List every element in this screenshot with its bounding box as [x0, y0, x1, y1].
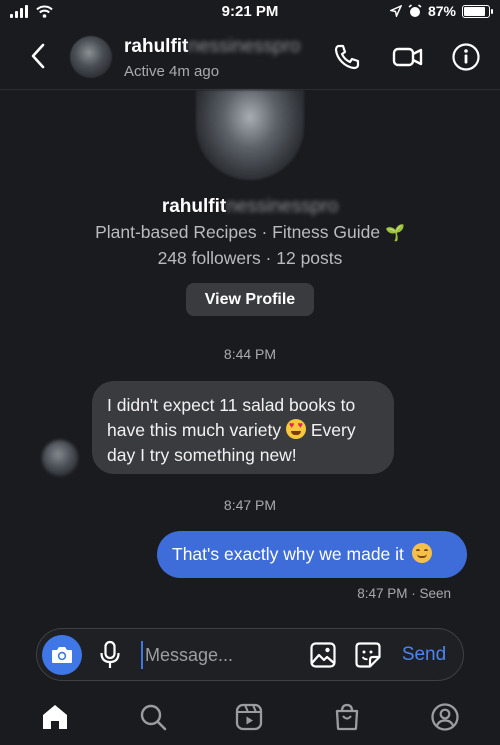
profile-username: rahulfitnessinesspro: [0, 196, 500, 218]
smiling-emoji: [411, 543, 432, 563]
status-bar: 9:21 PM 87%: [0, 0, 500, 24]
incoming-message[interactable]: I didn't expect 11 salad books to have t…: [92, 381, 394, 474]
phone-icon[interactable]: [332, 42, 362, 72]
location-arrow-icon: [389, 5, 402, 17]
profile-bio-text: Plant-based Recipes · Fitness Guide: [95, 222, 381, 242]
profile-stats: 248 followers · 12 posts: [157, 248, 343, 268]
home-icon[interactable]: [40, 702, 70, 732]
avatar[interactable]: [70, 36, 112, 78]
seen-receipt: 8:47 PM · Seen: [357, 586, 451, 601]
gallery-icon[interactable]: [309, 641, 337, 669]
shop-icon[interactable]: [332, 702, 362, 732]
active-status: Active 4m ago: [124, 63, 220, 80]
alarm-icon: [408, 4, 422, 17]
seedling-emoji: 🌱: [384, 225, 405, 242]
status-right: 87%: [389, 3, 493, 19]
info-icon[interactable]: [451, 42, 481, 72]
message-timestamp: 8:44 PM: [223, 346, 277, 362]
reels-icon[interactable]: [234, 702, 264, 732]
view-profile-button[interactable]: View Profile: [186, 283, 314, 316]
profile-icon[interactable]: [430, 702, 460, 732]
sender-avatar[interactable]: [42, 440, 78, 476]
battery-percent: 87%: [427, 3, 456, 19]
bottom-tab-bar: [0, 691, 500, 745]
username-visible: rahulfit: [124, 36, 189, 57]
battery-icon: [462, 4, 493, 18]
outgoing-message[interactable]: That's exactly why we made it: [157, 531, 467, 578]
heart-eyes-emoji: [285, 419, 306, 439]
camera-button[interactable]: [42, 635, 82, 675]
profile-username-visible: rahulfit: [161, 196, 227, 217]
profile-bio: Plant-based Recipes · Fitness Guide 🌱: [0, 222, 500, 243]
chat-header: rahulfitnessinesspro Active 4m ago: [0, 24, 500, 90]
chat-username[interactable]: rahulfitnessinesspro: [124, 36, 300, 58]
camera-icon: [52, 647, 72, 663]
outgoing-message-text: That's exactly why we made it: [172, 544, 404, 564]
message-composer: Send: [36, 628, 464, 681]
profile-avatar[interactable]: [196, 90, 304, 180]
profile-username-blurred: nessinesspro: [226, 196, 339, 217]
message-timestamp: 8:47 PM: [223, 497, 277, 513]
microphone-icon[interactable]: [99, 640, 121, 670]
send-button[interactable]: Send: [393, 641, 455, 669]
sticker-icon[interactable]: [354, 641, 382, 669]
search-icon[interactable]: [138, 702, 168, 732]
back-icon[interactable]: [24, 38, 52, 74]
username-blurred: nessinesspro: [188, 36, 301, 57]
video-icon[interactable]: [392, 42, 424, 72]
message-input[interactable]: [141, 641, 301, 669]
